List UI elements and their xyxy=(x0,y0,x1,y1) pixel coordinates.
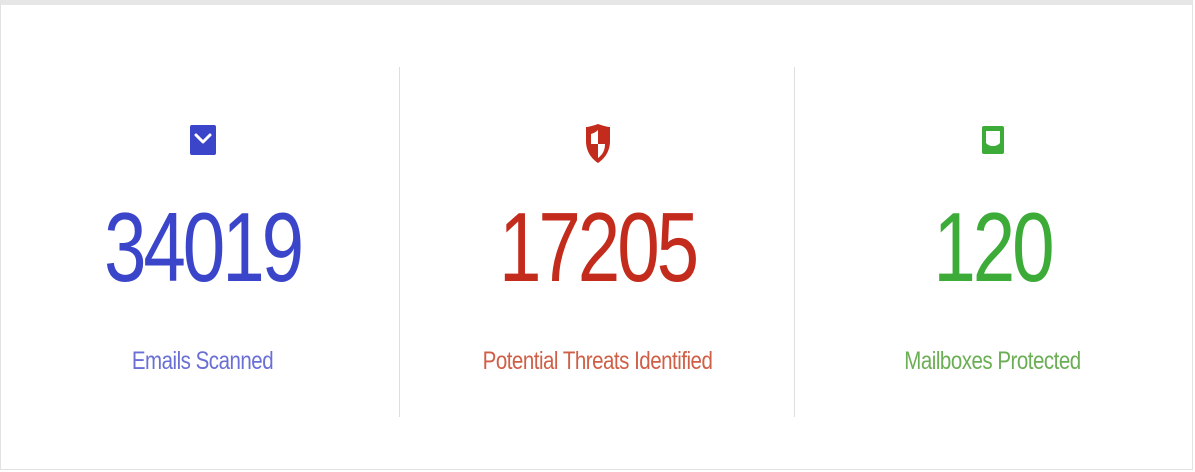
shield-icon xyxy=(585,124,610,163)
stat-icon-wrapper xyxy=(400,123,795,163)
mailboxes-protected-value: 120 xyxy=(933,192,1054,302)
threats-identified-value: 17205 xyxy=(499,192,699,302)
stats-row: 34019 Emails Scanned 17205 Potential Thr… xyxy=(5,5,1190,465)
emails-scanned-label: Emails Scanned xyxy=(131,347,274,375)
emails-scanned-value: 34019 xyxy=(104,192,304,302)
stat-icon-wrapper xyxy=(5,123,400,163)
stat-threats-identified: 17205 Potential Threats Identified xyxy=(400,5,795,465)
envelope-icon xyxy=(189,125,216,155)
stat-emails-scanned: 34019 Emails Scanned xyxy=(5,5,400,465)
threats-identified-label: Potential Threats Identified xyxy=(482,347,713,375)
stat-mailboxes-protected: 120 Mailboxes Protected xyxy=(795,5,1190,465)
mailbox-icon xyxy=(981,126,1004,154)
mailboxes-protected-label: Mailboxes Protected xyxy=(904,347,1081,375)
stat-icon-wrapper xyxy=(795,123,1190,163)
